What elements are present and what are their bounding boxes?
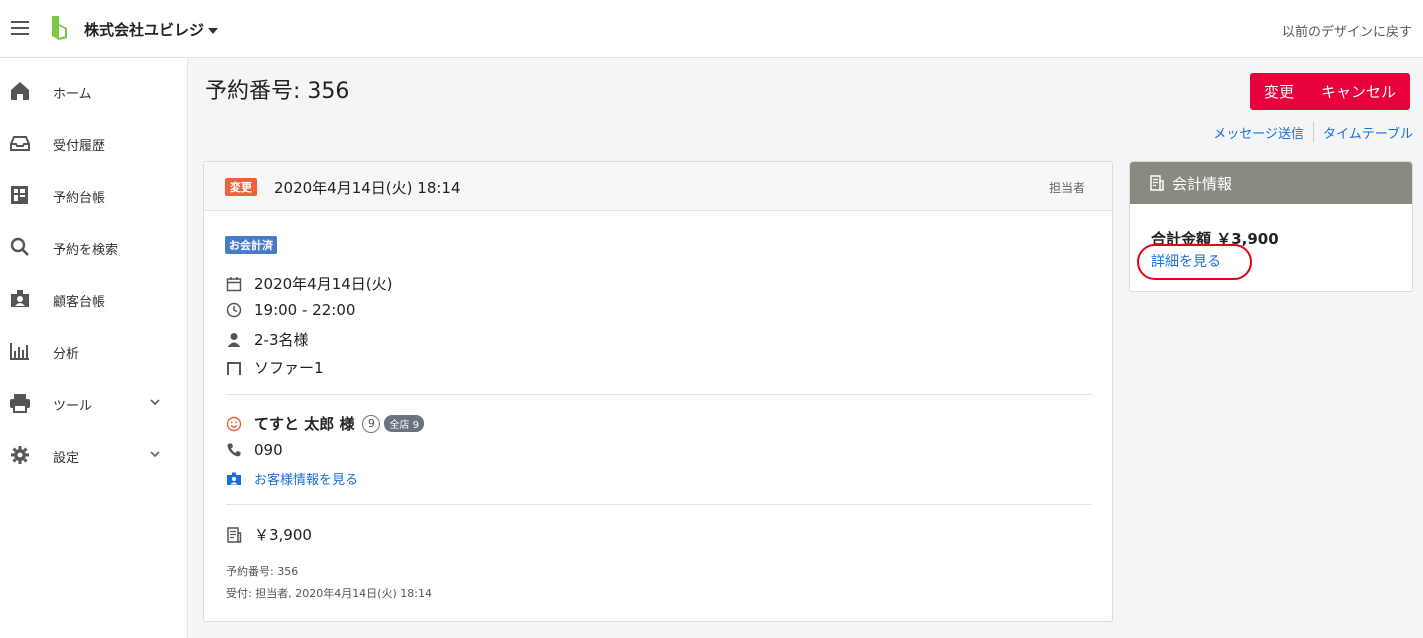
amount-row: ￥3,900 [226, 524, 312, 545]
customer-icon [11, 290, 29, 307]
sidebar-item-home[interactable]: ホーム [0, 71, 187, 111]
smiley-icon [226, 416, 242, 431]
menu-icon[interactable] [11, 21, 29, 35]
sidebar-item-label: 予約を検索 [53, 243, 119, 258]
secondary-links: メッセージ送信 タイムテーブル [1213, 122, 1413, 142]
phone-icon [227, 443, 241, 457]
amount: ￥3,900 [254, 526, 312, 544]
sidebar-item-label: ホーム [53, 87, 92, 102]
send-message-link[interactable]: メッセージ送信 [1213, 123, 1304, 142]
accounting-card: 会計情報 合計金額 ￥3,900 詳細を見る [1129, 161, 1413, 292]
caret-down-icon [208, 27, 219, 34]
sidebar-item-tools[interactable]: ツール [0, 383, 187, 423]
inbox-icon [10, 136, 30, 151]
section-divider [226, 394, 1092, 395]
home-icon [11, 82, 29, 100]
sidebar: ホーム 受付履歴 予約台帳 予約を検索 顧客台帳 分析 ツール 設定 [0, 58, 188, 638]
reservation-time: 19:00 - 22:00 [254, 301, 356, 319]
accounting-title: 会計情報 [1172, 174, 1233, 193]
cancel-button[interactable]: キャンセル [1307, 73, 1411, 110]
accounting-card-header: 会計情報 [1130, 162, 1412, 204]
customer-name: てすと 太郎 様 [254, 415, 355, 433]
customer-info-link[interactable]: お客様情報を見る [226, 469, 358, 488]
customer-row: てすと 太郎 様 9 全店 9 [226, 413, 424, 434]
timetable-link[interactable]: タイムテーブル [1323, 123, 1413, 142]
page-title: 予約番号: 356 [205, 79, 350, 104]
reservation-datetime: 2020年4月14日(火) 18:14 [274, 179, 461, 197]
change-button[interactable]: 変更 [1250, 73, 1308, 110]
reservation-number-meta: 予約番号: 356 [226, 565, 299, 578]
party-size: 2-3名様 [254, 331, 309, 349]
chevron-down-icon [150, 399, 160, 406]
reservation-time-row: 19:00 - 22:00 [226, 301, 355, 319]
gear-icon [11, 446, 29, 464]
action-button-group: 変更 キャンセル [1250, 73, 1411, 110]
calendar-icon [226, 276, 242, 291]
customer-info-link-label: お客様情報を見る [254, 473, 359, 488]
sidebar-item-settings[interactable]: 設定 [0, 435, 187, 475]
reservation-card-header: 変更 2020年4月14日(火) 18:14 担当者 [204, 162, 1112, 211]
seat-row: ソファー1 [226, 357, 324, 378]
sidebar-item-label: 分析 [53, 347, 80, 362]
received-meta: 受付: 担当者, 2020年4月14日(火) 18:14 [226, 587, 432, 600]
chevron-down-icon [150, 451, 160, 458]
reservation-card: 変更 2020年4月14日(火) 18:14 担当者 お会計済 2020年4月1… [203, 161, 1113, 622]
sidebar-item-label: 設定 [53, 451, 80, 466]
phone-number: 090 [254, 441, 283, 459]
seat-name: ソファー1 [254, 359, 324, 377]
sidebar-item-search-reservation[interactable]: 予約を検索 [0, 227, 187, 267]
sidebar-item-label: 顧客台帳 [53, 295, 106, 310]
link-divider [1313, 122, 1315, 142]
receipt-icon [1150, 175, 1164, 191]
top-bar: 株式会社ユビレジ 以前のデザインに戻す [0, 0, 1423, 58]
customer-card-icon [227, 472, 241, 485]
clock-icon [226, 302, 242, 318]
highlight-annotation [1137, 244, 1252, 280]
section-divider [226, 504, 1092, 505]
sidebar-item-analytics[interactable]: 分析 [0, 331, 187, 371]
prev-design-link[interactable]: 以前のデザインに戻す [1282, 21, 1412, 40]
staff-label: 担当者 [1048, 181, 1085, 195]
seat-icon [227, 361, 241, 375]
brand-logo-icon [52, 16, 67, 40]
payment-status-badge: お会計済 [225, 236, 277, 254]
chart-icon [10, 343, 29, 360]
company-selector[interactable]: 株式会社ユビレジ [84, 19, 219, 40]
party-size-row: 2-3名様 [226, 329, 309, 350]
company-name: 株式会社ユビレジ [84, 21, 205, 39]
reservation-date-row: 2020年4月14日(火) [226, 273, 393, 294]
printer-icon [10, 394, 30, 413]
person-icon [227, 332, 241, 347]
search-icon [10, 237, 29, 256]
reservation-date: 2020年4月14日(火) [254, 275, 393, 293]
sidebar-item-reservation-ledger[interactable]: 予約台帳 [0, 175, 187, 215]
ledger-icon [11, 186, 28, 204]
sidebar-item-reception-history[interactable]: 受付履歴 [0, 123, 187, 163]
sidebar-item-label: ツール [53, 399, 93, 414]
status-badge: 変更 [225, 178, 257, 196]
sidebar-item-label: 受付履歴 [53, 139, 106, 154]
receipt-icon [227, 526, 242, 543]
sidebar-item-label: 予約台帳 [53, 191, 106, 206]
visit-count-badge: 9 [362, 414, 381, 433]
all-store-badge: 全店 9 [384, 415, 424, 432]
sidebar-item-customer-ledger[interactable]: 顧客台帳 [0, 279, 187, 319]
phone-row: 090 [226, 441, 283, 459]
